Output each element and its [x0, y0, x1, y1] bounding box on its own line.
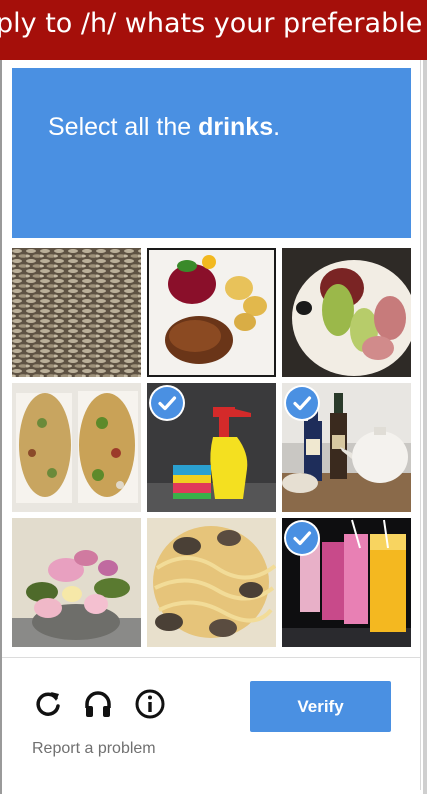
image-tile-1[interactable]: [12, 248, 141, 377]
prompt-keyword: drinks: [198, 113, 274, 141]
checkmark-icon: [158, 396, 177, 411]
page-scrollbar[interactable]: [423, 60, 427, 794]
image-tile-6[interactable]: [282, 383, 411, 512]
image-grid: [12, 248, 412, 648]
captcha-dialog: Select all the drinks. Verify Report a p…: [2, 60, 421, 790]
verify-button[interactable]: Verify: [250, 681, 391, 732]
salad-plate-image: [282, 248, 411, 377]
patty-plate-image: [147, 248, 276, 377]
info-button[interactable]: [134, 688, 166, 720]
image-tile-3[interactable]: [282, 248, 411, 377]
thread-title: ply to /h/ whats your preferable br...: [0, 8, 427, 39]
selected-checkmark: [286, 387, 318, 419]
info-icon: [135, 689, 165, 719]
image-tile-4[interactable]: [12, 383, 141, 512]
image-tile-9[interactable]: [282, 518, 411, 647]
checkmark-icon: [293, 531, 312, 546]
selected-checkmark: [151, 387, 183, 419]
footer-divider: [2, 657, 420, 658]
image-tile-8[interactable]: [147, 518, 276, 647]
thread-title-bar: ply to /h/ whats your preferable br...: [0, 0, 427, 60]
prompt-prefix: Select all the: [48, 113, 199, 141]
image-tile-5[interactable]: [147, 383, 276, 512]
headphones-icon: [85, 691, 111, 717]
audio-challenge-button[interactable]: [82, 688, 114, 720]
selected-checkmark: [286, 522, 318, 554]
reload-button[interactable]: [32, 688, 64, 720]
spaghetti-image: [147, 518, 276, 647]
challenge-prompt: Select all the drinks.: [48, 113, 280, 142]
prompt-suffix: .: [273, 113, 281, 141]
reload-icon: [36, 692, 60, 716]
checkmark-icon: [293, 396, 312, 411]
rice-grains-image: [12, 248, 141, 377]
flowers-image: [12, 518, 141, 647]
report-problem-link[interactable]: Report a problem: [32, 740, 156, 758]
image-tile-2[interactable]: [147, 248, 276, 377]
pizzas-image: [12, 383, 141, 512]
image-tile-7[interactable]: [12, 518, 141, 647]
challenge-banner: Select all the drinks.: [12, 68, 411, 238]
